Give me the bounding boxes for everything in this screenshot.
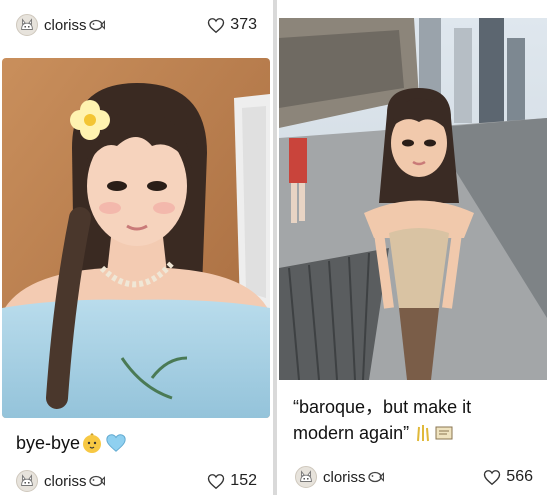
heart-icon[interactable] xyxy=(207,17,225,34)
like-count-value: 152 xyxy=(230,472,257,489)
caption-line-2: modern again” xyxy=(293,423,410,443)
post-caption[interactable]: “baroque，but make it modern again” xyxy=(293,394,471,446)
heart-icon[interactable] xyxy=(483,469,501,486)
heart-icon[interactable] xyxy=(207,473,225,490)
like-count-value: 373 xyxy=(230,16,257,33)
like-count-value: 566 xyxy=(506,468,533,485)
blue-heart-icon xyxy=(106,434,126,452)
username[interactable]: cloriss xyxy=(44,473,87,490)
fish-badge-icon xyxy=(88,475,105,487)
cat-avatar-icon xyxy=(21,18,33,30)
fish-badge-icon xyxy=(367,471,384,483)
cat-avatar-icon xyxy=(21,474,33,486)
scroll-icon xyxy=(435,426,453,440)
username[interactable]: cloriss xyxy=(44,17,87,34)
portrait-photo-illustration xyxy=(2,58,270,418)
avatar[interactable] xyxy=(16,14,38,36)
fish-badge-icon xyxy=(88,19,105,31)
post-caption[interactable]: bye-bye xyxy=(16,430,127,456)
post-photo[interactable] xyxy=(2,58,270,418)
like-count[interactable]: 373 xyxy=(207,16,257,34)
caption-line-1: “baroque，but make it xyxy=(293,397,472,417)
post-photo[interactable] xyxy=(279,18,547,380)
sparkle-icon xyxy=(417,425,430,442)
post-card-right[interactable]: “baroque，but make it modern again” clori… xyxy=(277,0,547,495)
cat-avatar-icon xyxy=(300,470,312,482)
street-photo-illustration xyxy=(279,18,547,380)
avatar[interactable] xyxy=(295,466,317,488)
like-count[interactable]: 566 xyxy=(483,468,533,486)
like-count[interactable]: 152 xyxy=(207,472,257,490)
baby-chick-icon xyxy=(83,433,102,453)
username[interactable]: cloriss xyxy=(323,469,366,486)
avatar[interactable] xyxy=(16,470,38,492)
caption-text: bye-bye xyxy=(16,433,81,453)
post-card-left[interactable]: cloriss 373 bye-bye cloriss 152 xyxy=(0,0,273,495)
